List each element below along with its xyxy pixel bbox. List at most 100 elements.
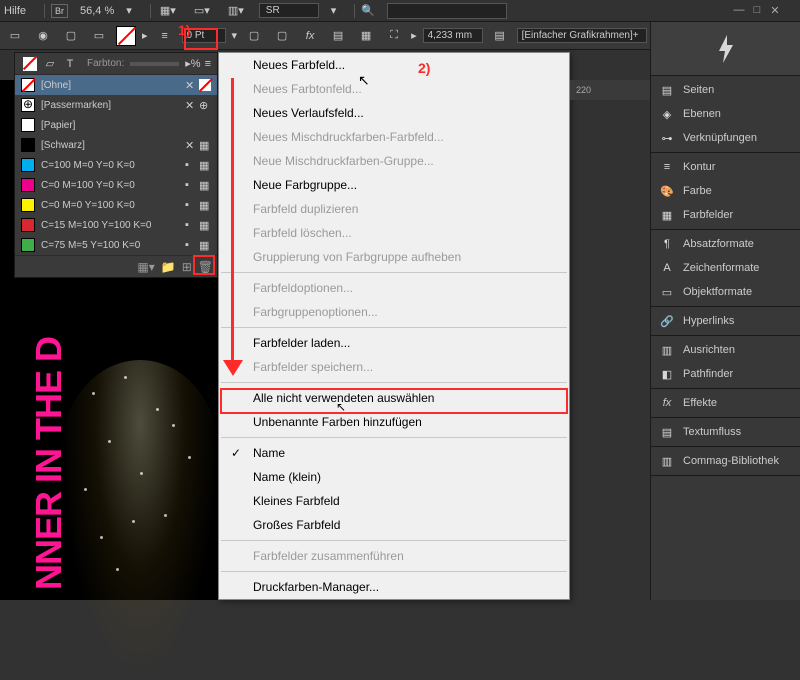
stroke-weight-icon: ≡: [154, 27, 176, 45]
crop-icon[interactable]: ⛶: [383, 27, 405, 45]
menu-item-ink-manager[interactable]: Druckfarben-Manager...: [219, 575, 569, 599]
panel-tab-stroke[interactable]: ≡Kontur: [651, 155, 800, 179]
effects-icon: fx: [659, 396, 675, 410]
menu-item-delete: Farbfeld löschen...: [219, 221, 569, 245]
trash-icon[interactable]: 🗑: [198, 260, 213, 274]
chevron-down-icon[interactable]: ▾: [232, 29, 238, 42]
zoom-level[interactable]: 56,4 %: [80, 5, 114, 17]
fill-proxy-icon[interactable]: [21, 55, 39, 73]
swatch-row-paper[interactable]: [Papier]: [15, 115, 217, 135]
sr-field[interactable]: SR: [259, 3, 319, 18]
chevron-down-icon[interactable]: ▾: [331, 4, 337, 17]
swatch-chip-none-icon: [21, 78, 35, 92]
stroke-proxy-icon[interactable]: ▱: [41, 55, 59, 73]
panel-tab-effects[interactable]: fxEffekte: [651, 391, 800, 415]
swatch-row-none[interactable]: [Ohne] ✕: [15, 75, 217, 95]
panel-tab-pages[interactable]: ▤Seiten: [651, 78, 800, 102]
caption-icon[interactable]: ▤: [489, 27, 511, 45]
menu-item-view-name[interactable]: Name: [219, 441, 569, 465]
process-icon: ▪: [185, 239, 197, 251]
align-icon: ▥: [659, 343, 675, 357]
measurement-field[interactable]: [423, 28, 483, 43]
menu-item-new-gradient[interactable]: Neues Verlaufsfeld...: [219, 101, 569, 125]
panel-tab-layers[interactable]: ◈Ebenen: [651, 102, 800, 126]
search-input[interactable]: [387, 3, 507, 19]
swatch-row[interactable]: C=0 M=0 Y=100 K=0 ▪▦: [15, 195, 217, 215]
chevron-right-icon[interactable]: ▸: [411, 29, 417, 42]
menu-separator: [221, 571, 567, 572]
menu-item-view-small-swatch[interactable]: Kleines Farbfeld: [219, 489, 569, 513]
panel-tab-swatches[interactable]: ▦Farbfelder: [651, 203, 800, 227]
menu-item-new-tint: Neues Farbtonfeld...: [219, 77, 569, 101]
fx-icon[interactable]: fx: [299, 27, 321, 45]
menu-item-new-swatch[interactable]: Neues Farbfeld...: [219, 53, 569, 77]
menu-item-merge: Farbfelder zusammenführen: [219, 544, 569, 568]
chevron-down-icon[interactable]: ▾: [126, 4, 132, 17]
text-tool-icon[interactable]: ▢: [60, 27, 82, 45]
menu-help[interactable]: Hilfe: [4, 5, 26, 17]
swatch-row-black[interactable]: [Schwarz] ✕▦: [15, 135, 217, 155]
corner-icon[interactable]: ▢: [243, 27, 265, 45]
panel-tab-text-wrap[interactable]: ▤Textumfluss: [651, 420, 800, 444]
object-style-dropdown[interactable]: [517, 28, 647, 43]
search-icon: 🔍: [361, 4, 375, 17]
screen-mode-icon[interactable]: ▭▾: [191, 2, 213, 20]
fill-stroke-proxy[interactable]: [116, 26, 136, 46]
process-icon: ▪: [185, 179, 197, 191]
panel-menu-icon[interactable]: ≡: [205, 58, 211, 70]
align-left-icon[interactable]: ▤: [327, 27, 349, 45]
tint-stepper-icon[interactable]: ▸%: [185, 57, 200, 70]
menu-item-swatch-options: Farbfeldoptionen...: [219, 276, 569, 300]
menu-item-view-name-small[interactable]: Name (klein): [219, 465, 569, 489]
quick-apply-icon[interactable]: [651, 22, 800, 76]
menu-item-new-mixed-ink-group: Neue Mischdruckfarben-Gruppe...: [219, 149, 569, 173]
swatch-name: [Schwarz]: [41, 140, 185, 151]
none-icon: [199, 79, 211, 91]
panel-tab-color[interactable]: 🎨Farbe: [651, 179, 800, 203]
panel-tab-object-styles[interactable]: ▭Objektformate: [651, 280, 800, 304]
chevron-right-icon[interactable]: ▸: [142, 29, 148, 42]
panel-tab-paragraph-styles[interactable]: ¶Absatzformate: [651, 232, 800, 256]
view-options-icon[interactable]: ▦▾: [157, 2, 179, 20]
panel-tab-align[interactable]: ▥Ausrichten: [651, 338, 800, 362]
panel-tab-pathfinder[interactable]: ◧Pathfinder: [651, 362, 800, 386]
panel-tab-links[interactable]: ⊶Verknüpfungen: [651, 126, 800, 150]
panel-tab-library[interactable]: ▥Commag-Bibliothek: [651, 449, 800, 473]
process-icon: ▪: [185, 159, 197, 171]
menu-item-select-unused[interactable]: Alle nicht verwendeten auswählen: [219, 386, 569, 410]
bridge-badge[interactable]: Br: [51, 4, 68, 18]
align-right-icon[interactable]: ▦: [355, 27, 377, 45]
frame-icon[interactable]: ▭: [88, 27, 110, 45]
swatches-header: ▱ T Farbton: ▸% ≡: [15, 53, 217, 75]
selection-icon[interactable]: ▭: [4, 27, 26, 45]
paragraph-styles-icon: ¶: [659, 237, 675, 251]
content-grabber-icon[interactable]: ◉: [32, 27, 54, 45]
swatch-chip-registration-icon: [21, 98, 35, 112]
object-styles-icon: ▭: [659, 285, 675, 299]
menu-separator: [221, 540, 567, 541]
swatch-row[interactable]: C=0 M=100 Y=0 K=0 ▪▦: [15, 175, 217, 195]
text-wrap-icon: ▤: [659, 425, 675, 439]
new-group-icon[interactable]: 📁: [161, 260, 176, 274]
panel-tab-character-styles[interactable]: AZeichenformate: [651, 256, 800, 280]
formatting-text-icon[interactable]: T: [61, 55, 79, 73]
menu-item-add-unnamed[interactable]: Unbenannte Farben hinzufügen: [219, 410, 569, 434]
swatch-row[interactable]: C=75 M=5 Y=100 K=0 ▪▦: [15, 235, 217, 255]
new-swatch-icon[interactable]: ⊞: [182, 260, 192, 274]
menu-item-duplicate: Farbfeld duplizieren: [219, 197, 569, 221]
close-icon[interactable]: ✕: [766, 4, 784, 17]
swatch-row-registration[interactable]: [Passermarken] ✕⊕: [15, 95, 217, 115]
tint-slider[interactable]: [130, 62, 179, 66]
arrange-icon[interactable]: ▥▾: [225, 2, 247, 20]
corner-icon[interactable]: ▢: [271, 27, 293, 45]
menu-item-new-color-group[interactable]: Neue Farbgruppe...: [219, 173, 569, 197]
show-swatches-icon[interactable]: ▦▾: [137, 260, 154, 274]
minimize-icon[interactable]: —: [730, 4, 748, 17]
menu-item-view-large-swatch[interactable]: Großes Farbfeld: [219, 513, 569, 537]
maximize-icon[interactable]: □: [748, 4, 766, 17]
panel-tab-hyperlinks[interactable]: 🔗Hyperlinks: [651, 309, 800, 333]
swatch-row[interactable]: C=100 M=0 Y=0 K=0 ▪▦: [15, 155, 217, 175]
menu-item-load-swatches[interactable]: Farbfelder laden...: [219, 331, 569, 355]
process-icon: ▪: [185, 219, 197, 231]
swatch-row[interactable]: C=15 M=100 Y=100 K=0 ▪▦: [15, 215, 217, 235]
